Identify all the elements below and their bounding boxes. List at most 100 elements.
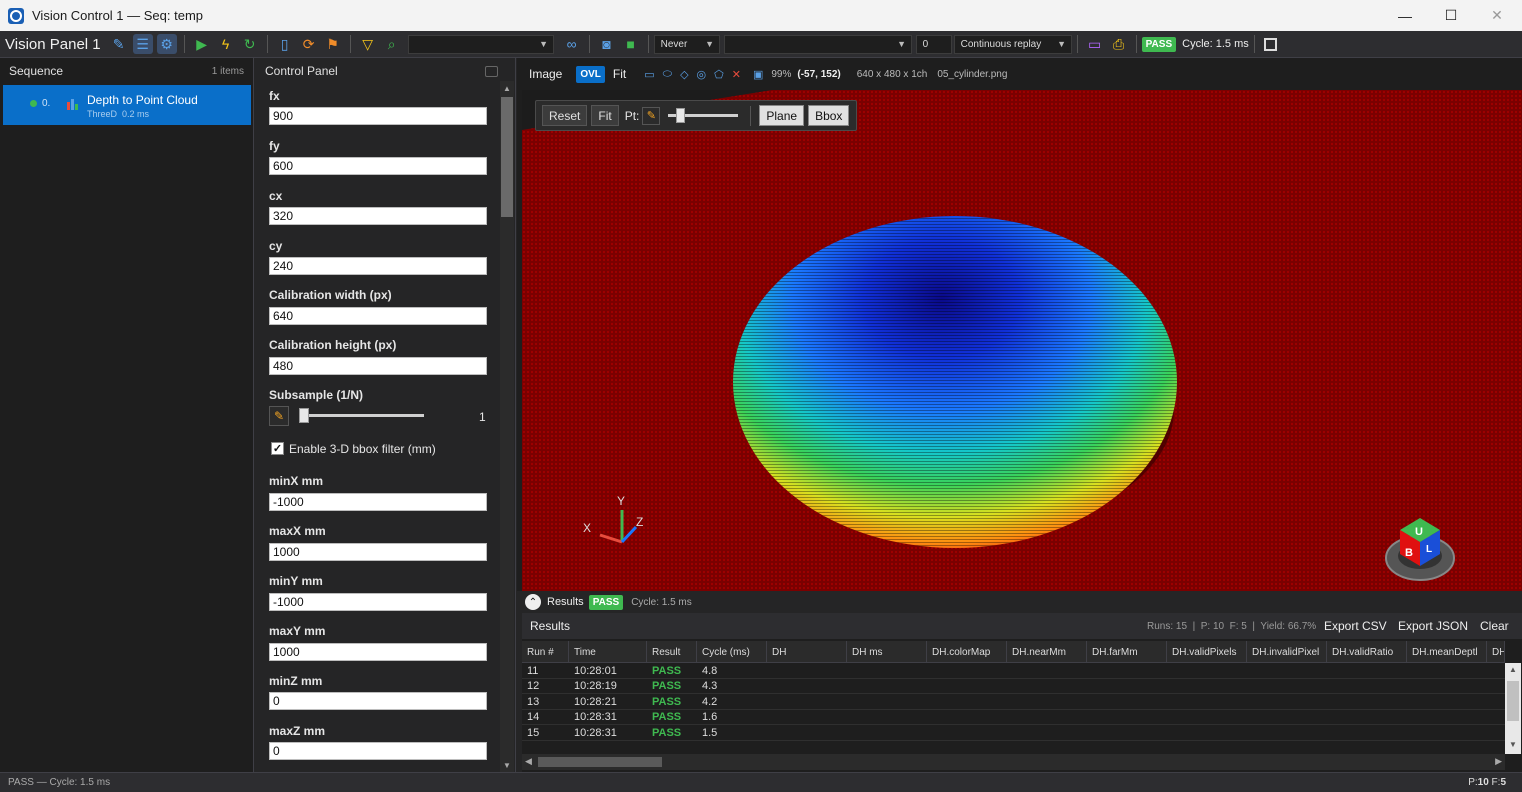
run-cell: 11 [527,664,539,677]
minimize-button[interactable]: — [1382,0,1428,31]
column-header[interactable]: DH.meanDeptl [1407,641,1487,663]
bookmark-icon[interactable]: ▯ [275,34,295,54]
refresh-icon[interactable]: ⟳ [299,34,319,54]
export-json-button[interactable]: Export JSON [1398,619,1468,633]
ellipse-tool-icon[interactable]: ⬭ [663,68,672,81]
camera-icon[interactable]: ◙ [597,34,617,54]
column-header[interactable]: DH.validRatio [1327,641,1407,663]
scroll-down-icon[interactable]: ▼ [1505,740,1521,752]
control-panel-scrollbar[interactable]: ▲ ▼ [500,81,514,772]
scroll-left-icon[interactable]: ◀ [525,756,532,767]
calibration-width-label: Calibration width (px) [269,288,392,302]
link-icon[interactable]: ∞ [562,34,582,54]
table-row[interactable]: 12 10:28:19 PASS 4.3 [522,679,1505,694]
collapse-icon[interactable]: ⌃ [525,594,541,610]
calibration-width-input[interactable]: 640 [269,307,487,325]
scroll-right-icon[interactable]: ▶ [1495,756,1502,767]
column-header[interactable]: DH ms [847,641,927,663]
clear-button[interactable]: Clear [1480,619,1509,633]
maxy-input[interactable]: 1000 [269,643,487,661]
bbox-button[interactable]: Bbox [808,105,850,126]
ovl-toggle[interactable]: OVL [576,65,605,83]
subsample-slider-thumb[interactable] [299,408,309,423]
sequence-item[interactable]: 0. Depth to Point Cloud ThreeD 0.2 ms [3,85,251,125]
cy-input[interactable]: 240 [269,257,487,275]
scrollbar-thumb[interactable] [1507,681,1519,721]
list-icon[interactable]: ☰ [132,34,153,54]
sequence-combo[interactable]: ▼ [407,34,554,54]
reset-view-button[interactable]: Reset [542,105,588,126]
column-header[interactable]: Result [647,641,697,663]
save-icon[interactable]: ▣ [753,68,763,81]
miny-input[interactable]: -1000 [269,593,487,611]
snapshot-icon[interactable] [485,65,498,77]
overlay-icon[interactable]: ▭ [1085,34,1105,54]
search-icon[interactable]: ⌕ [382,34,402,54]
wrench-icon[interactable]: ✎ [109,34,129,54]
scroll-up-icon[interactable]: ▲ [1505,665,1521,677]
minz-input[interactable]: 0 [269,692,487,710]
diamond-tool-icon[interactable]: ◇ [680,68,688,81]
rectangle-tool-icon[interactable]: ▭ [644,68,654,81]
run-icon[interactable]: ▶ [192,34,212,54]
video-icon[interactable]: ■ [621,34,641,54]
maximize-button[interactable]: ☐ [1428,0,1474,31]
table-row[interactable]: 14 10:28:31 PASS 1.6 [522,710,1505,725]
export-csv-button[interactable]: Export CSV [1324,619,1387,633]
close-button[interactable]: ✕ [1474,0,1520,31]
fx-input[interactable]: 900 [269,107,487,125]
minx-input[interactable]: -1000 [269,493,487,511]
gear-icon[interactable]: ⚙ [156,34,177,54]
column-header[interactable]: DH.colorMap [927,641,1007,663]
clear-shapes-icon[interactable]: ✕ [732,68,741,81]
table-row[interactable]: 13 10:28:21 PASS 4.2 [522,694,1505,710]
toolbar-separator [266,35,268,53]
replay-mode-select[interactable]: Continuous replay ▼ [953,34,1072,54]
plane-button[interactable]: Plane [759,105,805,126]
scrollbar-thumb[interactable] [538,757,662,767]
cx-input[interactable]: 320 [269,207,487,225]
column-header[interactable]: Cycle (ms) [697,641,767,663]
point-cloud-viewport[interactable]: X Y Z U B L Reset Fit Pt: ✎ Plane Bbox [522,90,1522,591]
title-bar: Vision Control 1 — Seq: temp — ☐ ✕ [0,0,1522,31]
table-row[interactable]: 15 10:28:31 PASS 1.5 [522,725,1505,741]
results-vertical-scrollbar[interactable]: ▲ ▼ [1505,663,1521,754]
column-header[interactable]: DH.invalidPixel [1247,641,1327,663]
column-header[interactable]: DH [767,641,847,663]
fy-input[interactable]: 600 [269,157,487,175]
lightning-icon[interactable]: ϟ [216,34,236,54]
bbox-filter-checkbox[interactable]: ✓ [271,442,284,455]
maxx-input[interactable]: 1000 [269,543,487,561]
count-input[interactable]: 0 [915,34,952,54]
circle-tool-icon[interactable]: ◎ [697,68,707,81]
filter-icon[interactable]: ▽ [358,34,378,54]
polygon-tool-icon[interactable]: ⬠ [714,68,724,81]
column-header[interactable]: DH.validPixels [1167,641,1247,663]
scrollbar-thumb[interactable] [501,97,513,217]
calibration-height-input[interactable]: 480 [269,357,487,375]
pencil-icon[interactable]: ✎ [269,406,289,426]
loop-icon[interactable]: ↻ [240,34,260,54]
subsample-slider[interactable] [299,408,424,423]
fit-button[interactable]: Fit [613,67,626,81]
fit-view-button[interactable]: Fit [591,105,619,126]
scroll-up-icon[interactable]: ▲ [500,81,514,95]
column-header[interactable]: DH.nearMm [1007,641,1087,663]
source-select[interactable]: ▼ [723,34,912,54]
column-header[interactable]: Time [569,641,647,663]
table-row[interactable]: 11 10:28:01 PASS 4.8 [522,663,1505,679]
cycle-cell: 1.6 [702,711,718,723]
point-size-slider[interactable] [668,108,739,123]
fullscreen-icon[interactable] [1263,37,1277,51]
point-size-slider-thumb[interactable] [675,108,685,123]
column-header[interactable]: DH [1487,641,1505,663]
column-header[interactable]: DH.farMm [1087,641,1167,663]
trigger-mode-select[interactable]: Never ▼ [653,34,720,54]
column-header[interactable]: Run # [522,641,569,663]
flag-icon[interactable]: ⚑ [323,34,343,54]
scroll-down-icon[interactable]: ▼ [500,758,514,772]
pencil-icon[interactable]: ✎ [642,106,661,125]
results-horizontal-scrollbar[interactable]: ◀ ▶ [522,754,1505,770]
maxz-input[interactable]: 0 [269,742,487,760]
print-icon[interactable]: ⎙ [1109,34,1129,54]
